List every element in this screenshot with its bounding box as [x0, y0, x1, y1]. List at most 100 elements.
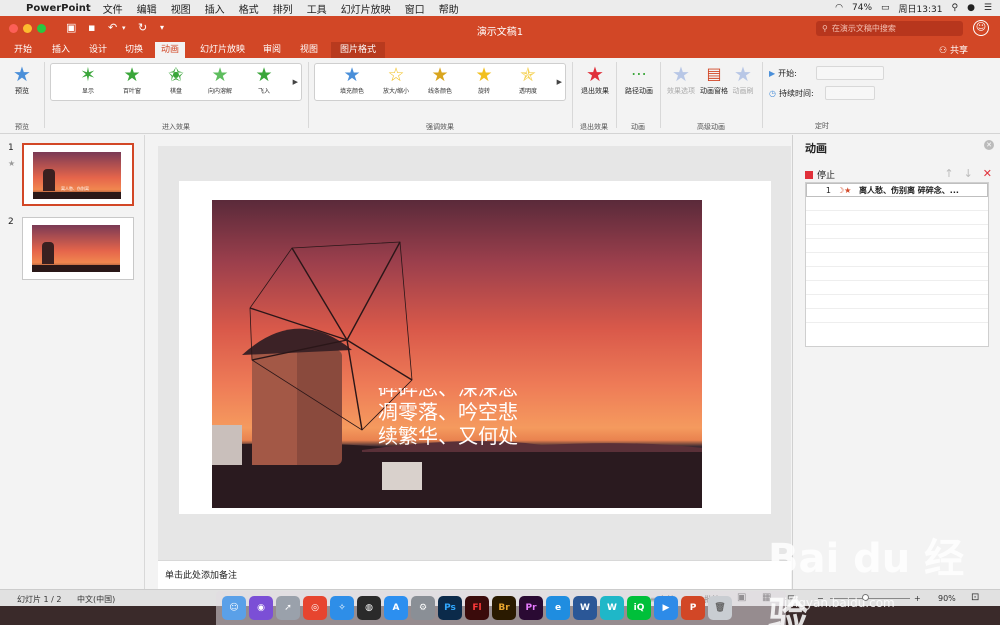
safari-icon[interactable]: ✧	[330, 596, 354, 620]
menu-slideshow[interactable]: 幻灯片放映	[341, 1, 391, 16]
premiere-icon[interactable]: Pr	[519, 596, 543, 620]
tab-review[interactable]: 审阅	[257, 42, 287, 58]
app-store-icon[interactable]: A	[384, 596, 408, 620]
effect-spin[interactable]: ★ 旋转	[462, 64, 506, 102]
notification-center-icon[interactable]: ☰	[984, 3, 992, 13]
qq-icon[interactable]: ◍	[357, 596, 381, 620]
wps-icon[interactable]: W	[600, 596, 624, 620]
effect-fill-color[interactable]: ★ 填充颜色	[330, 64, 374, 102]
effect-dissolve-label: 向内溶解	[207, 88, 232, 95]
menu-arrange[interactable]: 排列	[273, 1, 293, 16]
effect-transparency-label: 透明度	[518, 88, 537, 95]
share-button[interactable]: ⚇ 共享	[939, 43, 968, 56]
stop-button[interactable]: 停止	[805, 168, 835, 181]
motion-path-button[interactable]: ⋯ 路径动画	[620, 62, 658, 96]
gallery-more-arrow-icon[interactable]: ▶	[293, 78, 298, 86]
group-preview: ★ 预览 预览	[0, 58, 44, 134]
ribbon-separator	[44, 62, 45, 128]
photoshop-icon[interactable]: Ps	[438, 596, 462, 620]
effect-dissolve-in[interactable]: ★ 向内溶解	[198, 64, 242, 102]
slide-thumbnail-2[interactable]	[22, 217, 134, 280]
app-menu[interactable]: PowerPoint	[26, 3, 91, 14]
notes-input[interactable]: 单击此处添加备注	[158, 560, 791, 589]
iqiyi-icon[interactable]: iQ	[627, 596, 651, 620]
launchpad-icon[interactable]: ➚	[276, 596, 300, 620]
feedback-smiley-icon[interactable]: ☺	[973, 20, 989, 36]
tab-home[interactable]: 开始	[8, 42, 38, 58]
menu-tools[interactable]: 工具	[307, 1, 327, 16]
tab-view[interactable]: 视图	[294, 42, 324, 58]
battery-percent[interactable]: 74%	[852, 3, 872, 13]
title-bar: ▣ ▪ ↶ ▾ ↻ ▾ 演示文稿1 ⚲ 在演示文稿中搜索 ☺	[0, 16, 1000, 42]
thumbnail-number: 2	[8, 217, 14, 227]
preview-star-icon: ★	[13, 62, 31, 86]
trash-icon[interactable]: 🗑	[708, 596, 732, 620]
tab-design[interactable]: 设计	[83, 42, 113, 58]
menu-help[interactable]: 帮助	[439, 1, 459, 16]
duration-stepper[interactable]	[824, 86, 875, 100]
language-indicator[interactable]: 中文(中国)	[77, 594, 115, 605]
siri-icon[interactable]: ◉	[249, 596, 273, 620]
ribbon-separator	[616, 62, 617, 128]
effect-appear[interactable]: ✶ 显示	[66, 64, 110, 102]
macos-dock: ☺ ◉ ➚ ◎ ✧ ◍ A ⚙ Ps Fl Br Pr e W W iQ ▶ P…	[216, 591, 786, 625]
animation-list-empty-row	[806, 225, 988, 239]
clock[interactable]: 周日13:31	[899, 2, 943, 15]
wifi-icon[interactable]: ◠	[835, 3, 843, 13]
animation-pane-label: 动画窗格	[700, 87, 728, 95]
animation-painter-button[interactable]: ★ 动画刷	[728, 62, 758, 96]
animation-pane-button[interactable]: ▤ 动画窗格	[700, 62, 728, 96]
menu-view[interactable]: 视图	[171, 1, 191, 16]
flash-icon[interactable]: Fl	[465, 596, 489, 620]
menu-format[interactable]: 格式	[239, 1, 259, 16]
powerpoint-icon[interactable]: P	[681, 596, 705, 620]
system-preferences-icon[interactable]: ⚙	[411, 596, 435, 620]
preview-button[interactable]: ★ 预览	[6, 62, 38, 96]
battery-icon[interactable]: ▭	[881, 3, 890, 13]
close-pane-icon[interactable]: ✕	[984, 140, 994, 150]
bridge-icon[interactable]: Br	[492, 596, 516, 620]
play-icon: ▶	[769, 68, 776, 78]
chrome-icon[interactable]: ◎	[303, 596, 327, 620]
tab-transitions[interactable]: 切换	[119, 42, 149, 58]
gallery-more-arrow-icon[interactable]: ▶	[557, 78, 562, 86]
move-up-icon[interactable]: ↑	[944, 167, 953, 180]
tab-animations[interactable]: 动画	[155, 42, 186, 58]
tab-slideshow[interactable]: 幻灯片放映	[194, 42, 251, 58]
effect-blinds[interactable]: ★ 百叶窗	[110, 64, 154, 102]
delete-animation-icon[interactable]: ✕	[983, 167, 992, 180]
effect-options-button[interactable]: ★ 效果选项	[664, 62, 698, 96]
exit-effects-button[interactable]: ★ 退出效果	[576, 62, 614, 96]
word-icon[interactable]: W	[573, 596, 597, 620]
effect-line-color[interactable]: ★ 线条颜色	[418, 64, 462, 102]
slide-thumbnail-1[interactable]: 离人愁、伤别离	[22, 143, 134, 206]
add-person-icon: ⚇	[939, 46, 950, 56]
search-input[interactable]: ⚲ 在演示文稿中搜索	[816, 21, 963, 36]
browser-icon[interactable]: e	[546, 596, 570, 620]
tab-picture-format[interactable]: 图片格式	[331, 42, 386, 58]
ribbon-animations: ★ 预览 预览 ✶ 显示 ★ 百叶窗 ✬ 棋盘 ★ 向内溶解 ★ 飞入 ▶ 进入效果 ★ 填…	[0, 58, 1000, 134]
spotlight-icon[interactable]: ⚲	[951, 3, 958, 13]
menu-edit[interactable]: 编辑	[137, 1, 157, 16]
video-app-icon[interactable]: ▶	[654, 596, 678, 620]
menu-window[interactable]: 窗口	[405, 1, 425, 16]
tab-insert[interactable]: 插入	[46, 42, 76, 58]
effect-checkerboard[interactable]: ✬ 棋盘	[154, 64, 198, 102]
sunset-windmill-photo[interactable]: 碎碎念、深深悲 凋零落、吟空悲 续繁华、又何处	[212, 200, 702, 508]
start-timing-row: ▶ 开始:	[769, 66, 884, 80]
duration-timing-row: ◷ 持续时间:	[769, 86, 875, 100]
move-down-icon[interactable]: ↓	[964, 167, 973, 180]
menu-file[interactable]: 文件	[103, 1, 123, 16]
effect-fly-in[interactable]: ★ 飞入	[242, 64, 286, 102]
effect-grow-shrink[interactable]: ☆ 放大/缩小	[374, 64, 418, 102]
menu-insert[interactable]: 插入	[205, 1, 225, 16]
effect-transparency[interactable]: ✯ 透明度	[506, 64, 550, 102]
animation-painter-icon: ★	[734, 62, 752, 86]
poem-text-box[interactable]: 碎碎念、深深悲 凋零落、吟空悲 续繁华、又何处	[378, 388, 578, 448]
slide-canvas[interactable]: 碎碎念、深深悲 凋零落、吟空悲 续繁华、又何处	[179, 181, 771, 514]
animation-list-item[interactable]: 1 ☽★ 离人愁、伤别离 碎碎念、...	[806, 183, 988, 197]
animation-indicator-icon: ★	[8, 159, 16, 168]
finder-icon[interactable]: ☺	[222, 596, 246, 620]
start-dropdown[interactable]	[815, 66, 884, 80]
siri-icon[interactable]: ●	[967, 3, 975, 13]
